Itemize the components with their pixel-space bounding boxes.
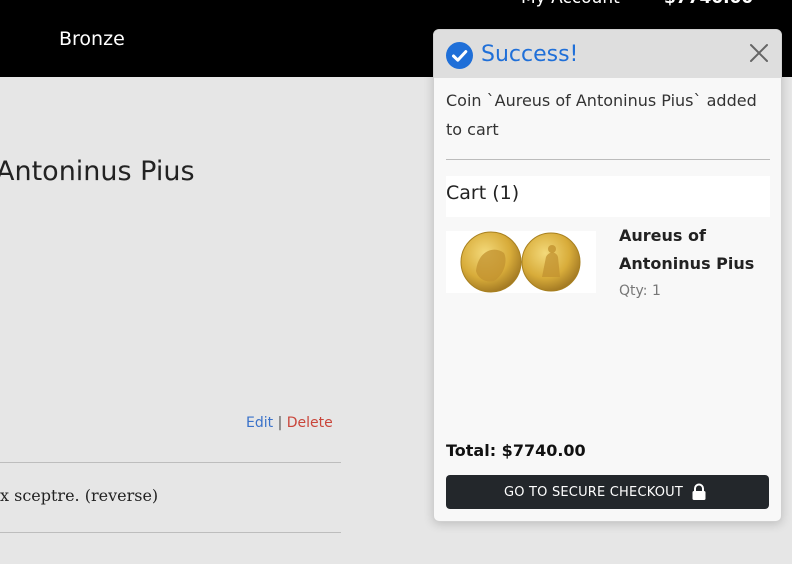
toast-title: Success! (481, 42, 579, 67)
cart-toast: Success! Coin `Aureus of Antoninus Pius`… (433, 29, 782, 522)
admin-separator: | (277, 415, 283, 431)
admin-links: Edit | Delete (246, 415, 333, 431)
cart-total: Total: $7740.00 (446, 441, 586, 460)
divider-top (0, 462, 341, 463)
toast-divider (446, 159, 770, 160)
check-circle-icon (446, 42, 473, 69)
nav-my-account[interactable]: My Account (521, 0, 620, 8)
nav-item-bronze[interactable]: Bronze (59, 28, 125, 50)
delete-link[interactable]: Delete (287, 415, 333, 431)
checkout-label: GO TO SECURE CHECKOUT (504, 485, 684, 500)
product-title: Antoninus Pius (0, 156, 195, 187)
secure-checkout-button[interactable]: GO TO SECURE CHECKOUT (446, 475, 769, 509)
divider-bottom (0, 532, 341, 533)
cart-heading: Cart (1) (446, 176, 770, 217)
cart-heading-label: Cart (1) (446, 182, 520, 204)
cart-item-qty: Qty: 1 (619, 283, 661, 299)
close-icon[interactable] (748, 42, 770, 64)
product-description: x sceptre. (reverse) (0, 486, 159, 505)
toast-header: Success! (434, 30, 781, 78)
edit-link[interactable]: Edit (246, 415, 273, 431)
coin-thumbnail[interactable] (446, 231, 596, 293)
cart-item-name[interactable]: Aureus of Antoninus Pius (619, 222, 769, 278)
lock-icon (691, 483, 707, 501)
toast-message: Coin `Aureus of Antoninus Pius` added to… (446, 91, 757, 139)
nav-cart-total[interactable]: $7740.00 (664, 0, 753, 8)
